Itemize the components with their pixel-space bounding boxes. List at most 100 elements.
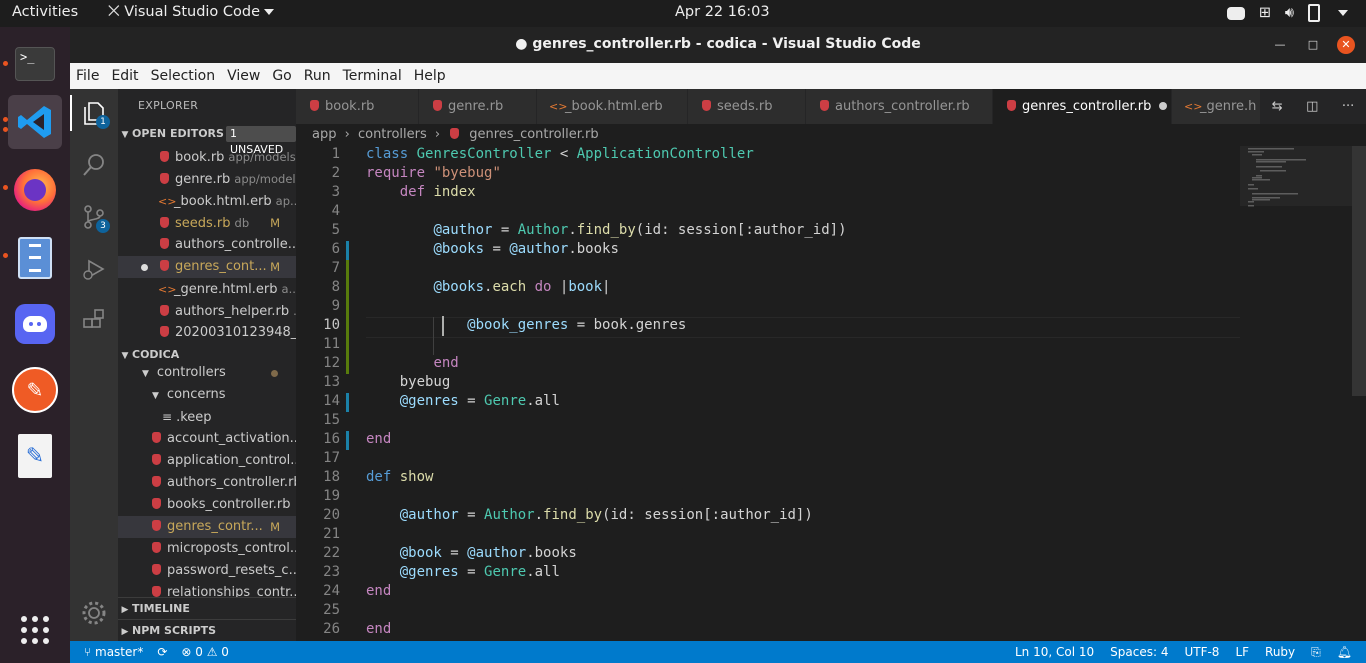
- code-line[interactable]: byebug: [366, 374, 451, 390]
- open-editor-item[interactable]: 20200310123948_...: [118, 322, 296, 344]
- erb-icon: <>: [1184, 100, 1203, 113]
- maximize-icon[interactable]: □: [1304, 36, 1322, 54]
- code-line[interactable]: @books = @author.books: [366, 241, 618, 257]
- tab-seeds-rb[interactable]: seeds.rb: [688, 89, 806, 124]
- code-line[interactable]: @genres = Genre.all: [366, 393, 560, 409]
- discord-tray-icon[interactable]: [1226, 6, 1245, 20]
- code-line[interactable]: @books.each do |book|: [366, 279, 610, 295]
- open-editor-item[interactable]: seeds.rb db M: [118, 212, 296, 234]
- extensions-icon[interactable]: [80, 307, 108, 335]
- git-branch[interactable]: ⑂ master*: [84, 641, 143, 663]
- notifications-bell-icon[interactable]: 🔔︎: [1337, 641, 1352, 663]
- menu-view[interactable]: View: [221, 68, 266, 84]
- code-line[interactable]: end: [366, 431, 391, 447]
- menu-help[interactable]: Help: [408, 68, 452, 84]
- battery-icon[interactable]: [1308, 4, 1320, 22]
- tree-folder[interactable]: ▼ concerns: [118, 384, 296, 406]
- code-line[interactable]: @book = @author.books: [366, 545, 577, 561]
- close-icon[interactable]: ✕: [1337, 36, 1355, 54]
- search-icon[interactable]: [80, 151, 108, 179]
- tab-genre-rb[interactable]: genre.rb: [419, 89, 537, 124]
- volume-icon[interactable]: 🔊︎: [1285, 5, 1294, 21]
- tree-file[interactable]: application_control...: [118, 450, 296, 472]
- language-mode[interactable]: Ruby: [1265, 641, 1295, 663]
- menu-file[interactable]: File: [70, 68, 105, 84]
- breadcrumb-item[interactable]: genres_controller.rb: [469, 127, 598, 142]
- network-icon[interactable]: ⊞: [1259, 5, 1271, 21]
- code-line[interactable]: end: [366, 583, 391, 599]
- minimap[interactable]: [1240, 146, 1352, 641]
- dock-postman[interactable]: ✎: [8, 363, 62, 417]
- code-line[interactable]: @book_genres = book.genres: [366, 317, 686, 333]
- code-line[interactable]: @genres = Genre.all: [366, 564, 560, 580]
- encoding[interactable]: UTF-8: [1184, 641, 1219, 663]
- tab-book-html-erb[interactable]: <>_book.html.erb: [537, 89, 688, 124]
- tree-file[interactable]: microposts_control...: [118, 538, 296, 560]
- dock-files[interactable]: [8, 231, 62, 285]
- tab-genre-html[interactable]: <>_genre.h: [1172, 89, 1273, 124]
- tree-folder[interactable]: ▼ controllers: [118, 362, 296, 384]
- tab-genres-controller[interactable]: genres_controller.rb: [993, 89, 1172, 124]
- tree-file[interactable]: ≡ .keep: [118, 406, 296, 428]
- tree-file[interactable]: books_controller.rb: [118, 494, 296, 516]
- activities-button[interactable]: Activities: [12, 4, 78, 20]
- breadcrumb-item[interactable]: controllers: [358, 127, 427, 142]
- more-actions-icon[interactable]: ···: [1342, 99, 1354, 114]
- dock-vscode[interactable]: [8, 95, 62, 149]
- dock-terminal[interactable]: >_: [8, 37, 62, 91]
- open-editors-header[interactable]: ▼ OPEN EDITORS 1 UNSAVED: [118, 123, 296, 156]
- show-applications-button[interactable]: [8, 603, 62, 657]
- settings-gear-icon[interactable]: [80, 599, 108, 627]
- open-editor-item-active[interactable]: genres_cont... M: [118, 256, 296, 278]
- code-line[interactable]: @author = Author.find_by(id: session[:au…: [366, 507, 813, 523]
- open-editor-item[interactable]: authors_helper.rb...: [118, 300, 296, 322]
- tree-file[interactable]: authors_controller.rb: [118, 472, 296, 494]
- open-editor-item[interactable]: genre.rb app/models: [118, 168, 296, 190]
- minimize-icon[interactable]: —: [1271, 36, 1289, 54]
- tree-file-active[interactable]: genres_contr... M: [118, 516, 296, 538]
- open-changes-icon[interactable]: ⇆: [1272, 99, 1283, 114]
- menu-terminal[interactable]: Terminal: [337, 68, 408, 84]
- sync-icon[interactable]: ⟳: [157, 641, 167, 663]
- code-token: each: [492, 279, 527, 295]
- dock-firefox[interactable]: [8, 163, 62, 217]
- npm-scripts-header[interactable]: ▶ NPM SCRIPTS: [118, 619, 296, 641]
- code-line[interactable]: require "byebug": [366, 165, 501, 181]
- code-line[interactable]: end: [366, 621, 391, 637]
- dock-discord[interactable]: [8, 297, 62, 351]
- app-menu[interactable]: ⨉ Visual Studio Code: [108, 4, 275, 20]
- run-debug-icon[interactable]: [80, 255, 108, 283]
- unsaved-dot-icon[interactable]: [1159, 102, 1168, 110]
- live-share-icon[interactable]: ⎘: [1311, 641, 1321, 663]
- menu-run[interactable]: Run: [298, 68, 337, 84]
- timeline-header[interactable]: ▶ TIMELINE: [118, 597, 296, 620]
- system-menu-caret-icon[interactable]: [1338, 10, 1348, 16]
- code-line[interactable]: def show: [366, 469, 433, 485]
- code-line[interactable]: @author = Author.find_by(id: session[:au…: [366, 222, 846, 238]
- vertical-scrollbar[interactable]: [1352, 146, 1366, 396]
- menu-selection[interactable]: Selection: [145, 68, 222, 84]
- system-tray[interactable]: ⊞ 🔊︎: [1226, 4, 1348, 22]
- open-editor-item[interactable]: <>_book.html.erbap...: [118, 190, 296, 212]
- code-line[interactable]: end: [366, 355, 458, 371]
- open-editor-item[interactable]: authors_controlle...: [118, 234, 296, 256]
- end-of-line[interactable]: LF: [1235, 641, 1249, 663]
- code-line[interactable]: class GenresController < ApplicationCont…: [366, 146, 754, 162]
- cursor-position[interactable]: Ln 10, Col 10: [1015, 641, 1094, 663]
- open-editor-item[interactable]: book.rb app/models: [118, 146, 296, 168]
- tab-book-rb[interactable]: book.rb: [296, 89, 419, 124]
- open-editor-item[interactable]: <>_genre.html.erba...: [118, 278, 296, 300]
- split-editor-icon[interactable]: ◫: [1306, 99, 1318, 114]
- tab-authors-controller[interactable]: authors_controller.rb: [806, 89, 993, 124]
- problems-indicator[interactable]: ⊗ 0 ⚠ 0: [181, 641, 229, 663]
- breadcrumb-item[interactable]: app: [312, 127, 336, 142]
- tree-file[interactable]: password_resets_c...: [118, 560, 296, 582]
- menu-edit[interactable]: Edit: [105, 68, 144, 84]
- tree-file[interactable]: account_activation...: [118, 428, 296, 450]
- indentation[interactable]: Spaces: 4: [1110, 641, 1168, 663]
- code-line[interactable]: def index: [366, 184, 476, 200]
- clock[interactable]: Apr 22 16:03: [675, 4, 770, 20]
- code-editor[interactable]: 1 2 3 4 5 6 7 8 9 10 11 12 13 14 15 16 1…: [296, 146, 1366, 641]
- menu-go[interactable]: Go: [266, 68, 297, 84]
- dock-text-editor[interactable]: ✎: [8, 429, 62, 483]
